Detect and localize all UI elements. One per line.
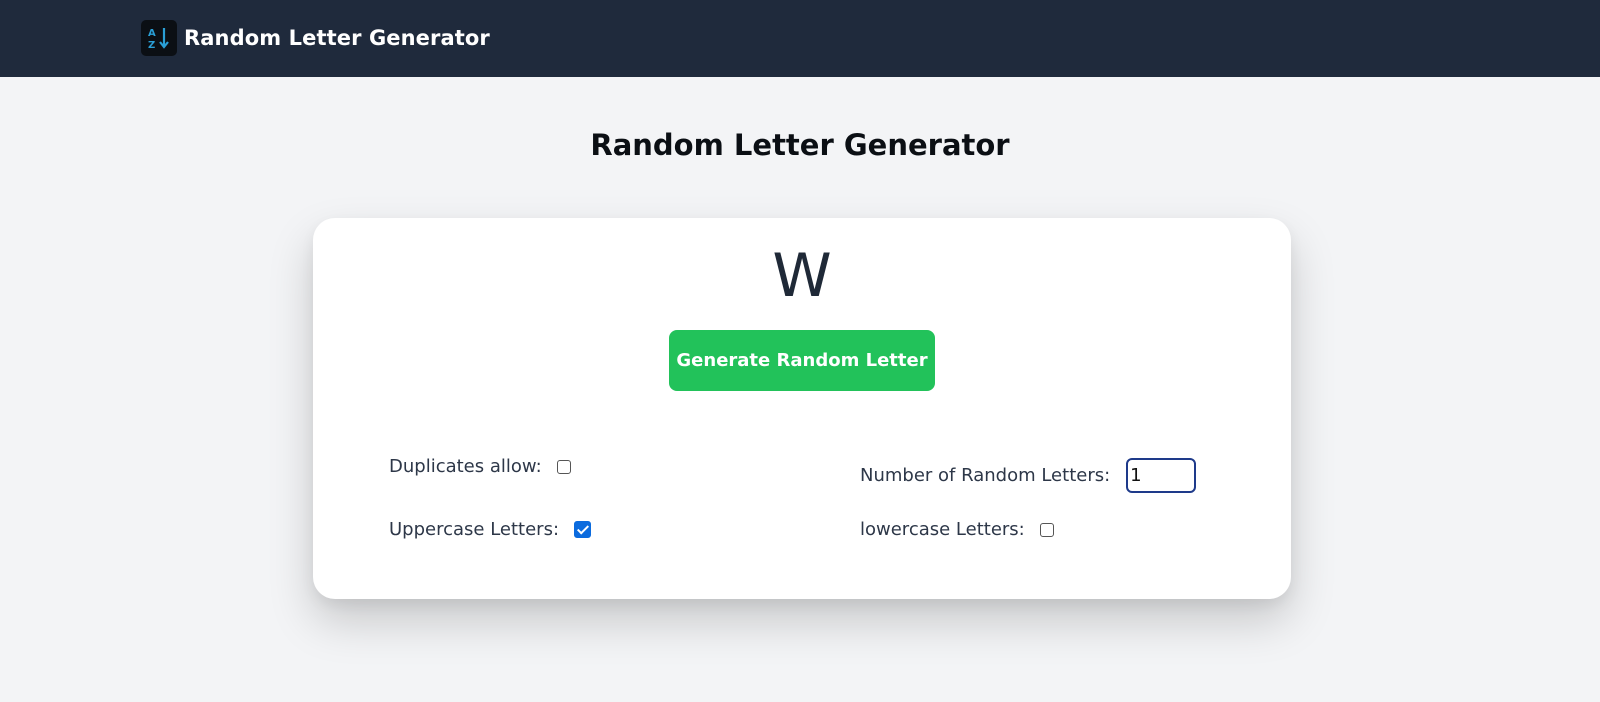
lowercase-checkbox[interactable] bbox=[1039, 522, 1054, 537]
svg-text:A: A bbox=[148, 28, 156, 39]
brand[interactable]: A Z Random Letter Generator bbox=[141, 20, 490, 56]
uppercase-option: Uppercase Letters: bbox=[389, 519, 592, 540]
uppercase-label: Uppercase Letters: bbox=[389, 519, 560, 540]
svg-text:Z: Z bbox=[148, 40, 155, 51]
generator-card: W Generate Random Letter Duplicates allo… bbox=[313, 218, 1291, 599]
navbar: A Z Random Letter Generator bbox=[0, 0, 1600, 77]
duplicates-option: Duplicates allow: bbox=[389, 456, 571, 477]
lowercase-label: lowercase Letters: bbox=[860, 519, 1025, 540]
lowercase-option: lowercase Letters: bbox=[860, 519, 1054, 540]
duplicates-checkbox[interactable] bbox=[556, 459, 571, 474]
generated-letter: W bbox=[772, 241, 832, 311]
sort-alpha-down-icon: A Z bbox=[141, 20, 177, 56]
brand-title: Random Letter Generator bbox=[184, 26, 490, 50]
count-option: Number of Random Letters: bbox=[860, 458, 1197, 493]
generate-random-letter-button[interactable]: Generate Random Letter bbox=[669, 330, 935, 391]
count-label: Number of Random Letters: bbox=[860, 465, 1111, 486]
letter-count-input[interactable] bbox=[1126, 458, 1197, 493]
uppercase-checkbox[interactable] bbox=[574, 521, 592, 538]
duplicates-label: Duplicates allow: bbox=[389, 456, 542, 477]
page-title: Random Letter Generator bbox=[590, 128, 1010, 162]
